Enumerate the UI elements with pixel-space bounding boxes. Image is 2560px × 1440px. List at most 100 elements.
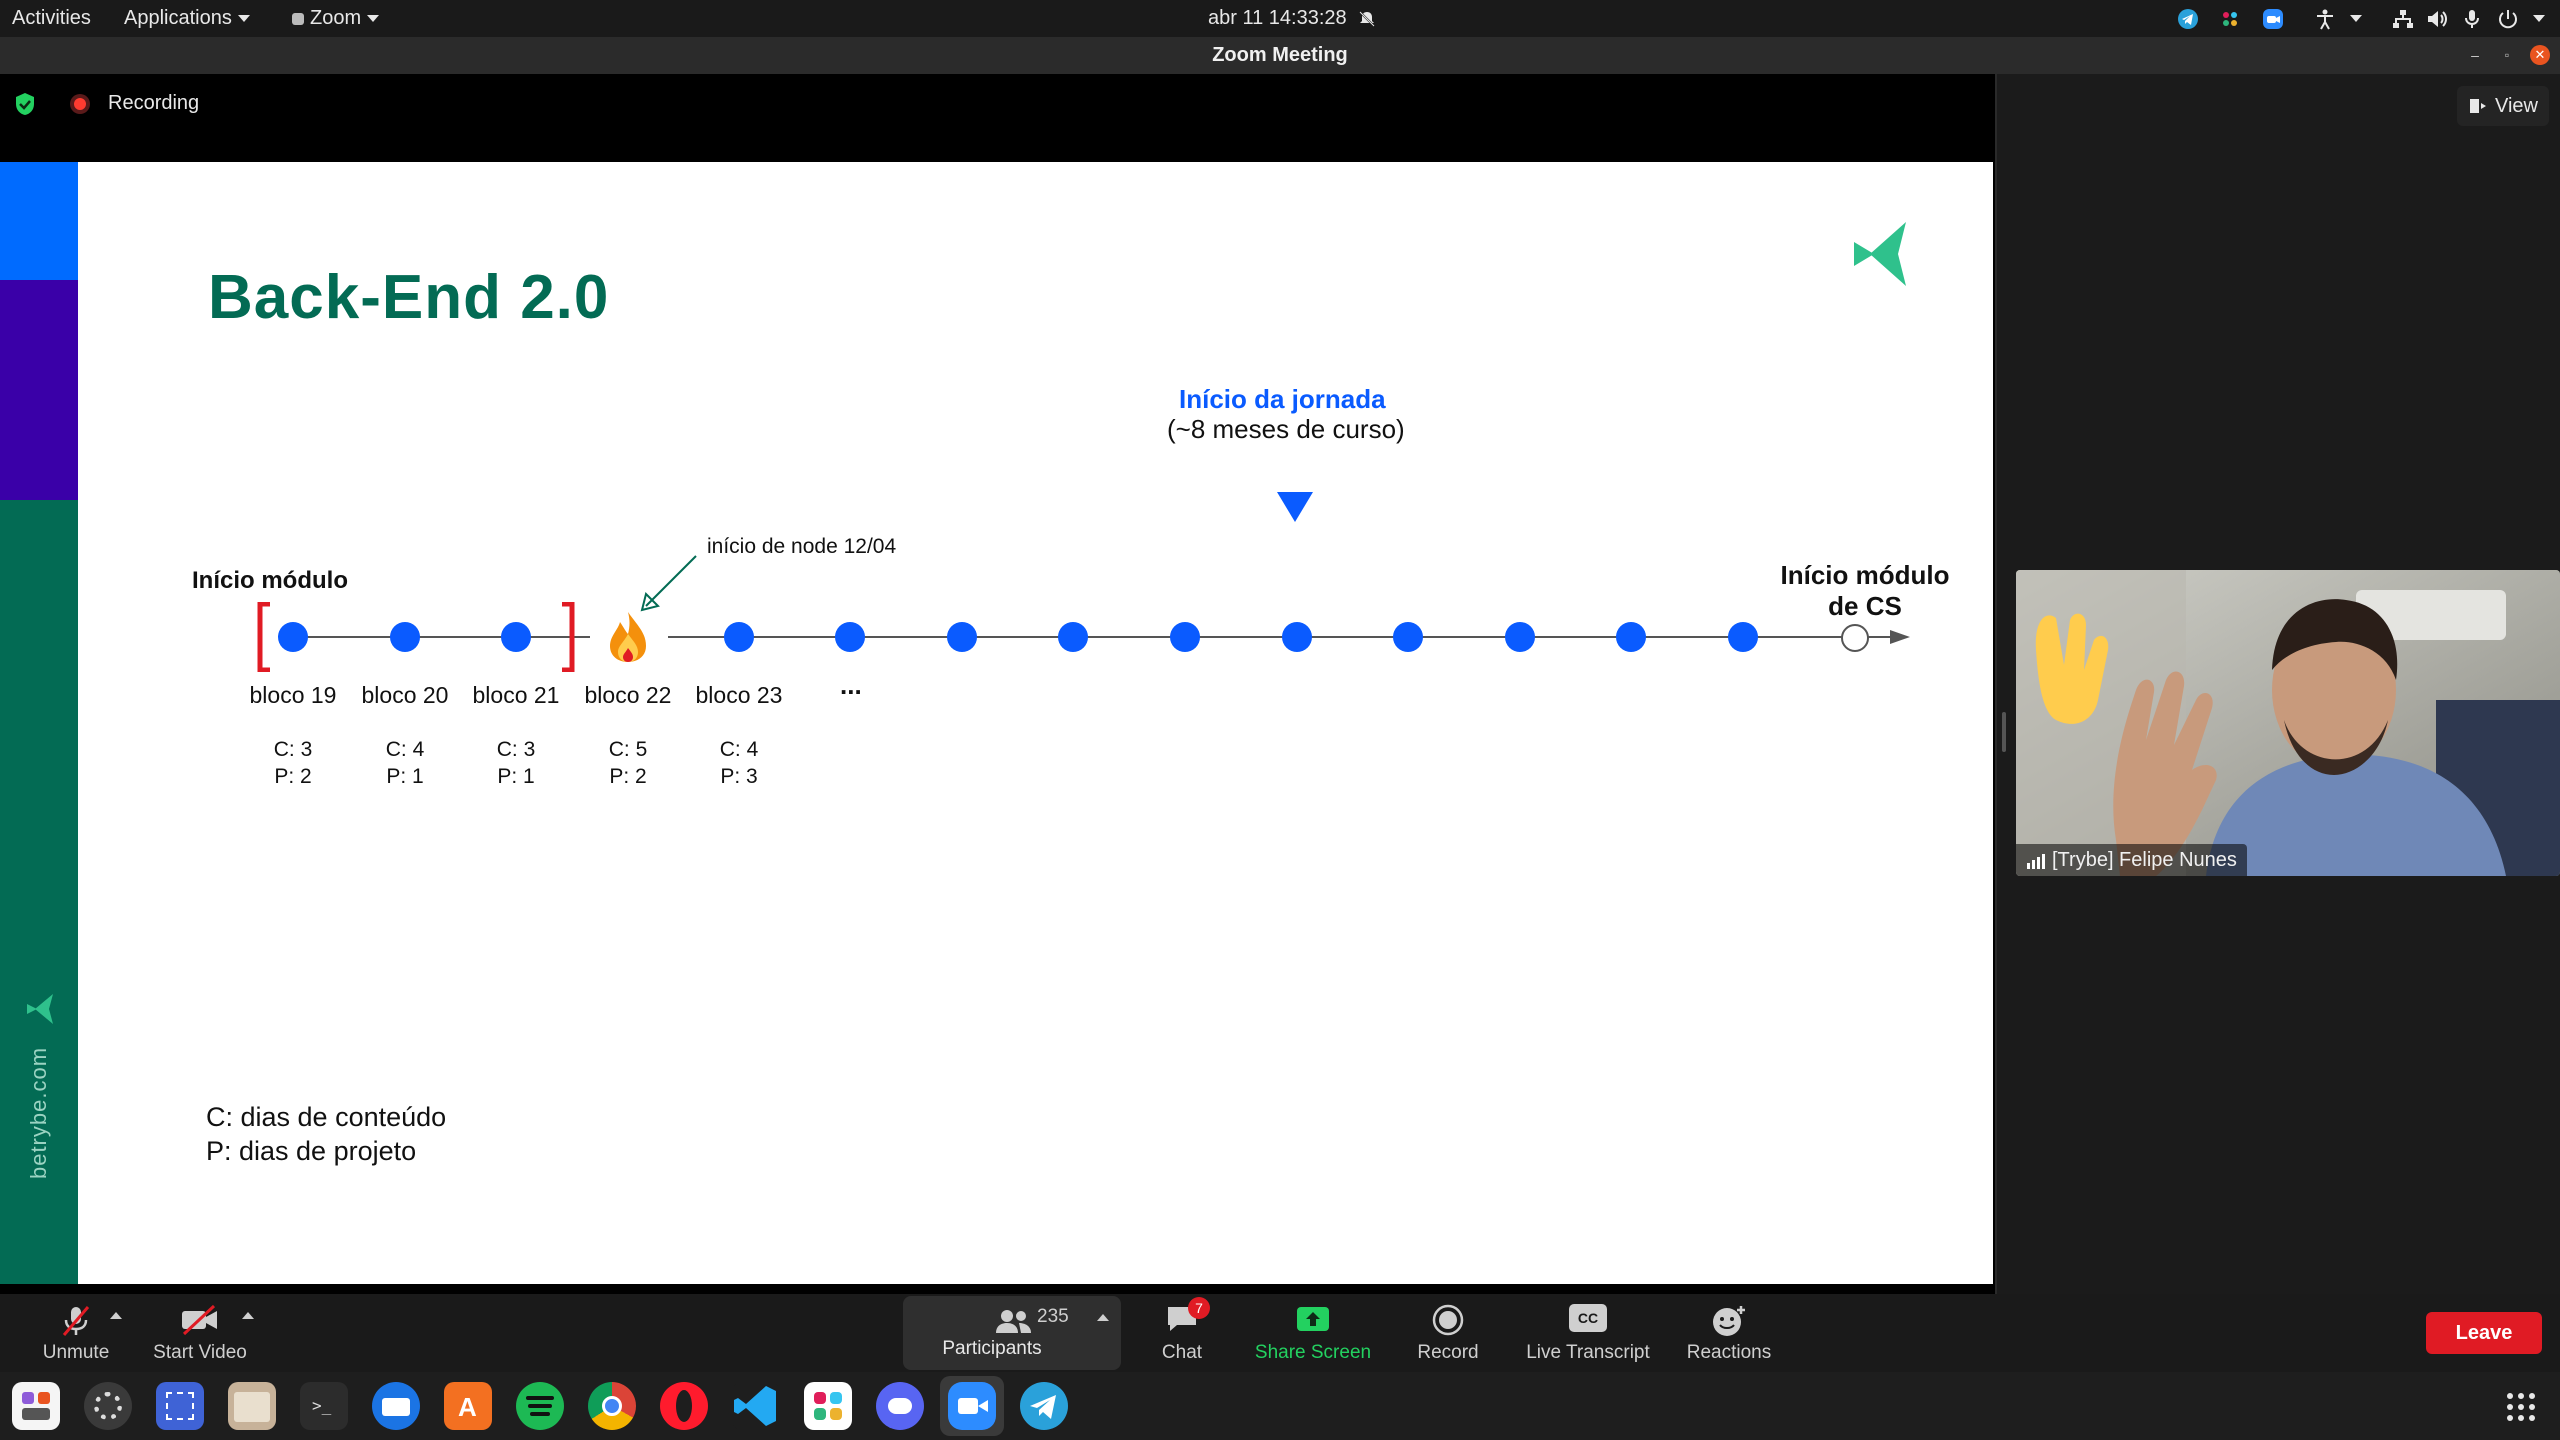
dock-chrome-icon[interactable] <box>588 1382 636 1430</box>
leave-button[interactable]: Leave <box>2426 1312 2542 1354</box>
share-screen-button[interactable]: Share Screen <box>1248 1294 1378 1372</box>
chat-label: Chat <box>1161 1342 1203 1363</box>
participants-count: 235 <box>1037 1306 1069 1327</box>
content-days: C: 4 <box>385 738 425 761</box>
window-title: Zoom Meeting <box>1212 44 1348 66</box>
slide-title: Back-End 2.0 <box>208 263 610 332</box>
block-stats: C: 5 P: 2 <box>588 736 668 790</box>
participant-name-tag: [Trybe] Felipe Nunes <box>2016 844 2247 876</box>
ubuntu-dock: >_ A <box>0 1372 2560 1440</box>
encryption-shield-icon[interactable] <box>14 92 36 116</box>
volume-icon[interactable] <box>2426 8 2448 30</box>
accessibility-icon[interactable] <box>2314 8 2336 30</box>
video-options-caret[interactable] <box>242 1312 254 1319</box>
timeline-dot <box>947 622 977 652</box>
reactions-button[interactable]: Reactions <box>1682 1294 1776 1372</box>
restore-button[interactable]: ▫ <box>2498 46 2516 64</box>
participant-name: [Trybe] Felipe Nunes <box>2052 849 2237 871</box>
timeline-end-dot <box>1841 624 1869 652</box>
dock-discord-icon[interactable] <box>876 1382 924 1430</box>
chat-unread-badge: 7 <box>1188 1297 1210 1319</box>
view-button[interactable]: View <box>2457 86 2549 126</box>
dock-files-icon[interactable] <box>228 1382 276 1430</box>
dock-app-grid-icon[interactable] <box>12 1382 60 1430</box>
block-label: bloco 21 <box>472 682 560 708</box>
participants-icon <box>996 1310 1031 1333</box>
fire-icon <box>610 612 646 662</box>
zoom-tray-icon[interactable] <box>2262 8 2284 30</box>
record-button[interactable]: Record <box>1408 1294 1488 1372</box>
show-applications-icon[interactable] <box>2506 1392 2536 1422</box>
activities-button[interactable]: Activities <box>12 0 91 37</box>
applications-menu[interactable]: Applications <box>124 0 250 37</box>
journey-marker-arrow <box>1277 492 1313 522</box>
record-icon <box>1432 1304 1464 1336</box>
participants-options-caret[interactable] <box>1097 1314 1109 1321</box>
side-url-text: betrybe.com <box>26 1046 51 1180</box>
legend-content-days: C: dias de conteúdo <box>206 1102 447 1132</box>
bell-off-icon <box>1359 11 1375 27</box>
dock-opera-icon[interactable] <box>660 1382 708 1430</box>
chevron-down-icon[interactable] <box>2533 15 2545 22</box>
network-wired-icon[interactable] <box>2392 8 2414 30</box>
dock-spotify-icon[interactable] <box>516 1382 564 1430</box>
start-video-label: Start Video <box>153 1342 247 1363</box>
journey-subtitle: (~8 meses de curso) <box>1167 414 1405 444</box>
participants-button[interactable]: 235 Participants <box>903 1296 1121 1370</box>
power-icon[interactable] <box>2497 8 2519 30</box>
shared-slide[interactable]: betrybe.com Back-End 2.0 Início da jorna… <box>0 162 1993 1284</box>
timeline-dot <box>390 622 420 652</box>
microphone-icon[interactable] <box>2461 8 2483 30</box>
timeline-dot <box>1393 622 1423 652</box>
zoom-small-icon <box>292 12 304 25</box>
live-transcript-button[interactable]: CC Live Transcript <box>1516 1294 1660 1372</box>
legend-project-days: P: dias de projeto <box>206 1136 417 1166</box>
journey-title: Início da jornada <box>1179 384 1386 414</box>
panel-resize-handle[interactable] <box>2002 712 2006 752</box>
unmute-label: Unmute <box>42 1342 110 1363</box>
dock-settings-icon[interactable] <box>84 1382 132 1430</box>
chat-button[interactable]: 7 Chat <box>1152 1294 1212 1372</box>
window-title-bar[interactable]: Zoom Meeting – ▫ ✕ <box>0 37 2560 74</box>
dock-telegram-icon[interactable] <box>1020 1382 1068 1430</box>
timeline-dot <box>1282 622 1312 652</box>
microphone-muted-icon <box>62 1306 90 1336</box>
timeline-dot <box>835 622 865 652</box>
dock-software-store-icon[interactable]: A <box>444 1382 492 1430</box>
dock-thunderbird-icon[interactable] <box>372 1382 420 1430</box>
record-label: Record <box>1417 1342 1479 1363</box>
participant-video-feed <box>2016 570 2560 876</box>
chevron-down-icon[interactable] <box>2350 15 2362 22</box>
unmute-button[interactable]: Unmute <box>30 1294 122 1372</box>
video-off-icon <box>182 1304 217 1336</box>
view-label: View <box>2495 95 2538 117</box>
content-days: C: 3 <box>273 738 313 761</box>
block-stats: C: 4 P: 3 <box>699 736 779 790</box>
share-screen-label: Share Screen <box>1254 1342 1372 1363</box>
project-days: P: 1 <box>386 765 424 788</box>
view-layout-icon <box>2470 99 2486 113</box>
zoom-app-menu[interactable]: Zoom <box>292 0 380 37</box>
dock-terminal-icon[interactable]: >_ <box>300 1382 348 1430</box>
block-stats: C: 3 P: 2 <box>253 736 333 790</box>
slack-tray-icon[interactable] <box>2219 8 2241 30</box>
timeline-dot <box>724 622 754 652</box>
dock-slack-icon[interactable] <box>804 1382 852 1430</box>
minimize-button[interactable]: – <box>2466 46 2484 64</box>
dock-vscode-icon[interactable] <box>732 1382 780 1430</box>
clock[interactable]: abr 11 14:33:28 <box>1208 0 1376 37</box>
dock-zoom-icon[interactable] <box>948 1382 996 1430</box>
telegram-tray-icon[interactable] <box>2177 8 2199 30</box>
node-start-note: início de node 12/04 <box>707 535 897 558</box>
closed-captions-icon: CC <box>1569 1304 1607 1332</box>
block-label: bloco 23 <box>695 682 783 708</box>
audio-options-caret[interactable] <box>110 1312 122 1319</box>
block-label: bloco 22 <box>584 682 672 708</box>
dock-screenshot-icon[interactable] <box>156 1382 204 1430</box>
live-transcript-label: Live Transcript <box>1526 1342 1650 1363</box>
participant-video-tile[interactable]: [Trybe] Felipe Nunes <box>2016 570 2560 876</box>
close-button[interactable]: ✕ <box>2530 45 2550 65</box>
start-video-button[interactable]: Start Video <box>142 1294 258 1372</box>
project-days: P: 2 <box>274 765 312 788</box>
block-stats: C: 3 P: 1 <box>476 736 556 790</box>
